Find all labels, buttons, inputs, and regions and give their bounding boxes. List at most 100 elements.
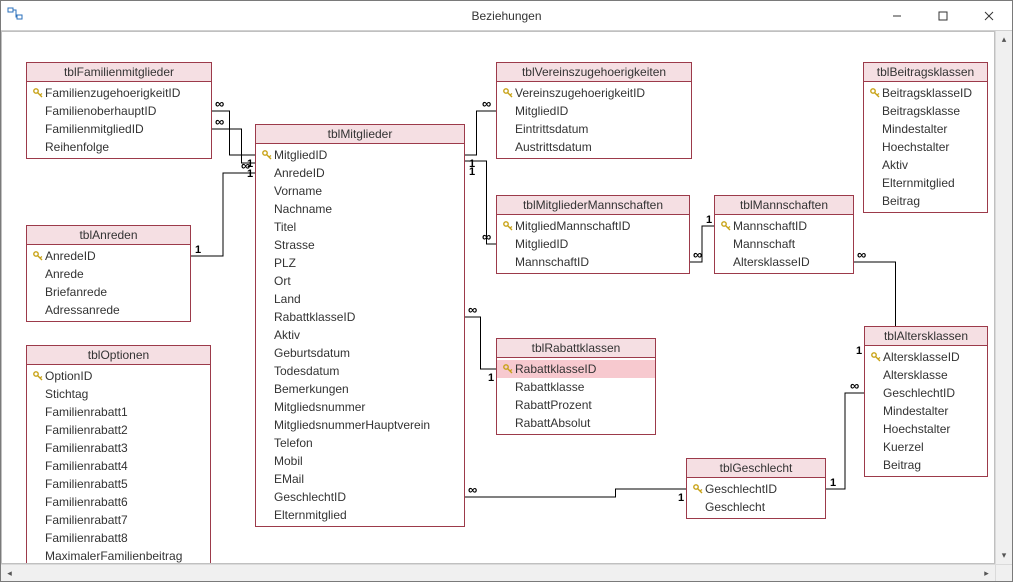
maximize-button[interactable] bbox=[920, 1, 966, 30]
field-row[interactable]: MaximalerFamilienbeitrag bbox=[27, 547, 210, 564]
field-row[interactable]: Elternmitglied bbox=[256, 506, 464, 524]
table-header[interactable]: tblMitglieder bbox=[256, 125, 464, 144]
field-row[interactable]: Bemerkungen bbox=[256, 380, 464, 398]
table-familienmitglieder[interactable]: tblFamilienmitglieder Familienzugehoerigk… bbox=[26, 62, 212, 159]
field-row[interactable]: GeschlechtID bbox=[687, 480, 825, 498]
table-optionen[interactable]: tblOptionenOptionIDStichtagFamilienrabat… bbox=[26, 345, 211, 564]
field-row[interactable]: BeitragsklasseID bbox=[864, 84, 987, 102]
field-row[interactable]: Hoechstalter bbox=[864, 138, 987, 156]
table-header[interactable]: tblVereinszugehoerigkeiten bbox=[497, 63, 691, 82]
field-row[interactable]: Familienrabatt3 bbox=[27, 439, 210, 457]
field-row[interactable]: Aktiv bbox=[256, 326, 464, 344]
field-row[interactable]: RabattklasseID bbox=[256, 308, 464, 326]
field-row[interactable]: Familienrabatt6 bbox=[27, 493, 210, 511]
field-row[interactable]: Anrede bbox=[27, 265, 190, 283]
vertical-scrollbar[interactable]: ▴ ▾ bbox=[995, 31, 1012, 564]
table-mannschaften[interactable]: tblMannschaften MannschaftIDMannschaftAlt… bbox=[714, 195, 854, 274]
field-row[interactable]: EMail bbox=[256, 470, 464, 488]
field-row[interactable]: Beitrag bbox=[865, 456, 987, 474]
field-row[interactable]: Reihenfolge bbox=[27, 138, 211, 156]
titlebar[interactable]: Beziehungen bbox=[1, 1, 1012, 31]
field-row[interactable]: GeschlechtID bbox=[256, 488, 464, 506]
field-row[interactable]: AltersklasseID bbox=[865, 348, 987, 366]
field-row[interactable]: RabattAbsolut bbox=[497, 414, 655, 432]
field-row[interactable]: Mobil bbox=[256, 452, 464, 470]
table-header[interactable]: tblMannschaften bbox=[715, 196, 853, 215]
table-header[interactable]: tblFamilienmitglieder bbox=[27, 63, 211, 82]
field-row[interactable]: Familienrabatt5 bbox=[27, 475, 210, 493]
table-anreden[interactable]: tblAnreden AnredeIDAnredeBriefanredeAdres… bbox=[26, 225, 191, 322]
field-row[interactable]: Familienrabatt7 bbox=[27, 511, 210, 529]
scroll-right-icon[interactable]: ▸ bbox=[978, 565, 995, 582]
field-row[interactable]: RabattProzent bbox=[497, 396, 655, 414]
field-row[interactable]: Briefanrede bbox=[27, 283, 190, 301]
diagram-viewport[interactable]: 1∞1∞1∞1∞1∞1∞1∞1∞1∞1∞ tblFamilienmitglied… bbox=[1, 31, 995, 564]
field-row[interactable]: Strasse bbox=[256, 236, 464, 254]
table-header[interactable]: tblGeschlecht bbox=[687, 459, 825, 478]
field-row[interactable]: Mindestalter bbox=[864, 120, 987, 138]
field-row[interactable]: Ort bbox=[256, 272, 464, 290]
field-row[interactable]: Kuerzel bbox=[865, 438, 987, 456]
field-row[interactable]: MitgliedID bbox=[497, 102, 691, 120]
table-geschlecht[interactable]: tblGeschlecht GeschlechtIDGeschlecht bbox=[686, 458, 826, 519]
field-row[interactable]: MitgliedsnummerHauptverein bbox=[256, 416, 464, 434]
field-row[interactable]: MannschaftID bbox=[497, 253, 689, 271]
field-row[interactable]: Familienrabatt4 bbox=[27, 457, 210, 475]
field-row[interactable]: MitgliedID bbox=[256, 146, 464, 164]
table-header[interactable]: tblRabattklassen bbox=[497, 339, 655, 358]
diagram-canvas[interactable]: 1∞1∞1∞1∞1∞1∞1∞1∞1∞1∞ tblFamilienmitglied… bbox=[2, 32, 994, 563]
field-row[interactable]: Mindestalter bbox=[865, 402, 987, 420]
table-altersklassen[interactable]: tblAltersklassen AltersklasseIDAltersklas… bbox=[864, 326, 988, 477]
field-row[interactable]: Geschlecht bbox=[687, 498, 825, 516]
field-row[interactable]: Todesdatum bbox=[256, 362, 464, 380]
scroll-left-icon[interactable]: ◂ bbox=[1, 565, 18, 582]
field-row[interactable]: AnredeID bbox=[27, 247, 190, 265]
field-row[interactable]: Mitgliedsnummer bbox=[256, 398, 464, 416]
table-mitglieder[interactable]: tblMitglieder MitgliedIDAnredeIDVornameNa… bbox=[255, 124, 465, 527]
field-row[interactable]: Beitragsklasse bbox=[864, 102, 987, 120]
field-row[interactable]: Land bbox=[256, 290, 464, 308]
field-row[interactable]: Familienrabatt8 bbox=[27, 529, 210, 547]
table-header[interactable]: tblMitgliederMannschaften bbox=[497, 196, 689, 215]
field-row[interactable]: Beitrag bbox=[864, 192, 987, 210]
close-button[interactable] bbox=[966, 1, 1012, 30]
field-row[interactable]: AltersklasseID bbox=[715, 253, 853, 271]
field-row[interactable]: RabattklasseID bbox=[497, 360, 655, 378]
table-mitgliedermannschaften[interactable]: tblMitgliederMannschaften MitgliedMannsch… bbox=[496, 195, 690, 274]
field-row[interactable]: Titel bbox=[256, 218, 464, 236]
field-row[interactable]: Mannschaft bbox=[715, 235, 853, 253]
field-row[interactable]: Nachname bbox=[256, 200, 464, 218]
minimize-button[interactable] bbox=[874, 1, 920, 30]
field-row[interactable]: Rabattklasse bbox=[497, 378, 655, 396]
field-row[interactable]: Elternmitglied bbox=[864, 174, 987, 192]
field-row[interactable]: FamilienzugehoerigkeitID bbox=[27, 84, 211, 102]
field-row[interactable]: Geburtsdatum bbox=[256, 344, 464, 362]
scroll-up-icon[interactable]: ▴ bbox=[996, 31, 1013, 48]
table-rabattklassen[interactable]: tblRabattklassen RabattklasseIDRabattklas… bbox=[496, 338, 656, 435]
field-row[interactable]: Hoechstalter bbox=[865, 420, 987, 438]
table-header[interactable]: tblBeitragsklassen bbox=[864, 63, 987, 82]
table-beitragsklassen[interactable]: tblBeitragsklassenBeitragsklasseIDBeitra… bbox=[863, 62, 988, 213]
table-header[interactable]: tblAnreden bbox=[27, 226, 190, 245]
table-header[interactable]: tblAltersklassen bbox=[865, 327, 987, 346]
horizontal-scrollbar[interactable]: ◂ ▸ bbox=[1, 564, 995, 581]
field-row[interactable]: Altersklasse bbox=[865, 366, 987, 384]
field-row[interactable]: Austrittsdatum bbox=[497, 138, 691, 156]
field-row[interactable]: FamilienoberhauptID bbox=[27, 102, 211, 120]
field-row[interactable]: VereinszugehoerigkeitID bbox=[497, 84, 691, 102]
field-row[interactable]: MannschaftID bbox=[715, 217, 853, 235]
field-row[interactable]: MitgliedMannschaftID bbox=[497, 217, 689, 235]
field-row[interactable]: FamilienmitgliedID bbox=[27, 120, 211, 138]
table-header[interactable]: tblOptionen bbox=[27, 346, 210, 365]
field-row[interactable]: AnredeID bbox=[256, 164, 464, 182]
field-row[interactable]: Stichtag bbox=[27, 385, 210, 403]
field-row[interactable]: Eintrittsdatum bbox=[497, 120, 691, 138]
field-row[interactable]: Vorname bbox=[256, 182, 464, 200]
field-row[interactable]: Familienrabatt2 bbox=[27, 421, 210, 439]
field-row[interactable]: Familienrabatt1 bbox=[27, 403, 210, 421]
field-row[interactable]: MitgliedID bbox=[497, 235, 689, 253]
field-row[interactable]: Aktiv bbox=[864, 156, 987, 174]
field-row[interactable]: GeschlechtID bbox=[865, 384, 987, 402]
field-row[interactable]: Telefon bbox=[256, 434, 464, 452]
field-row[interactable]: Adressanrede bbox=[27, 301, 190, 319]
